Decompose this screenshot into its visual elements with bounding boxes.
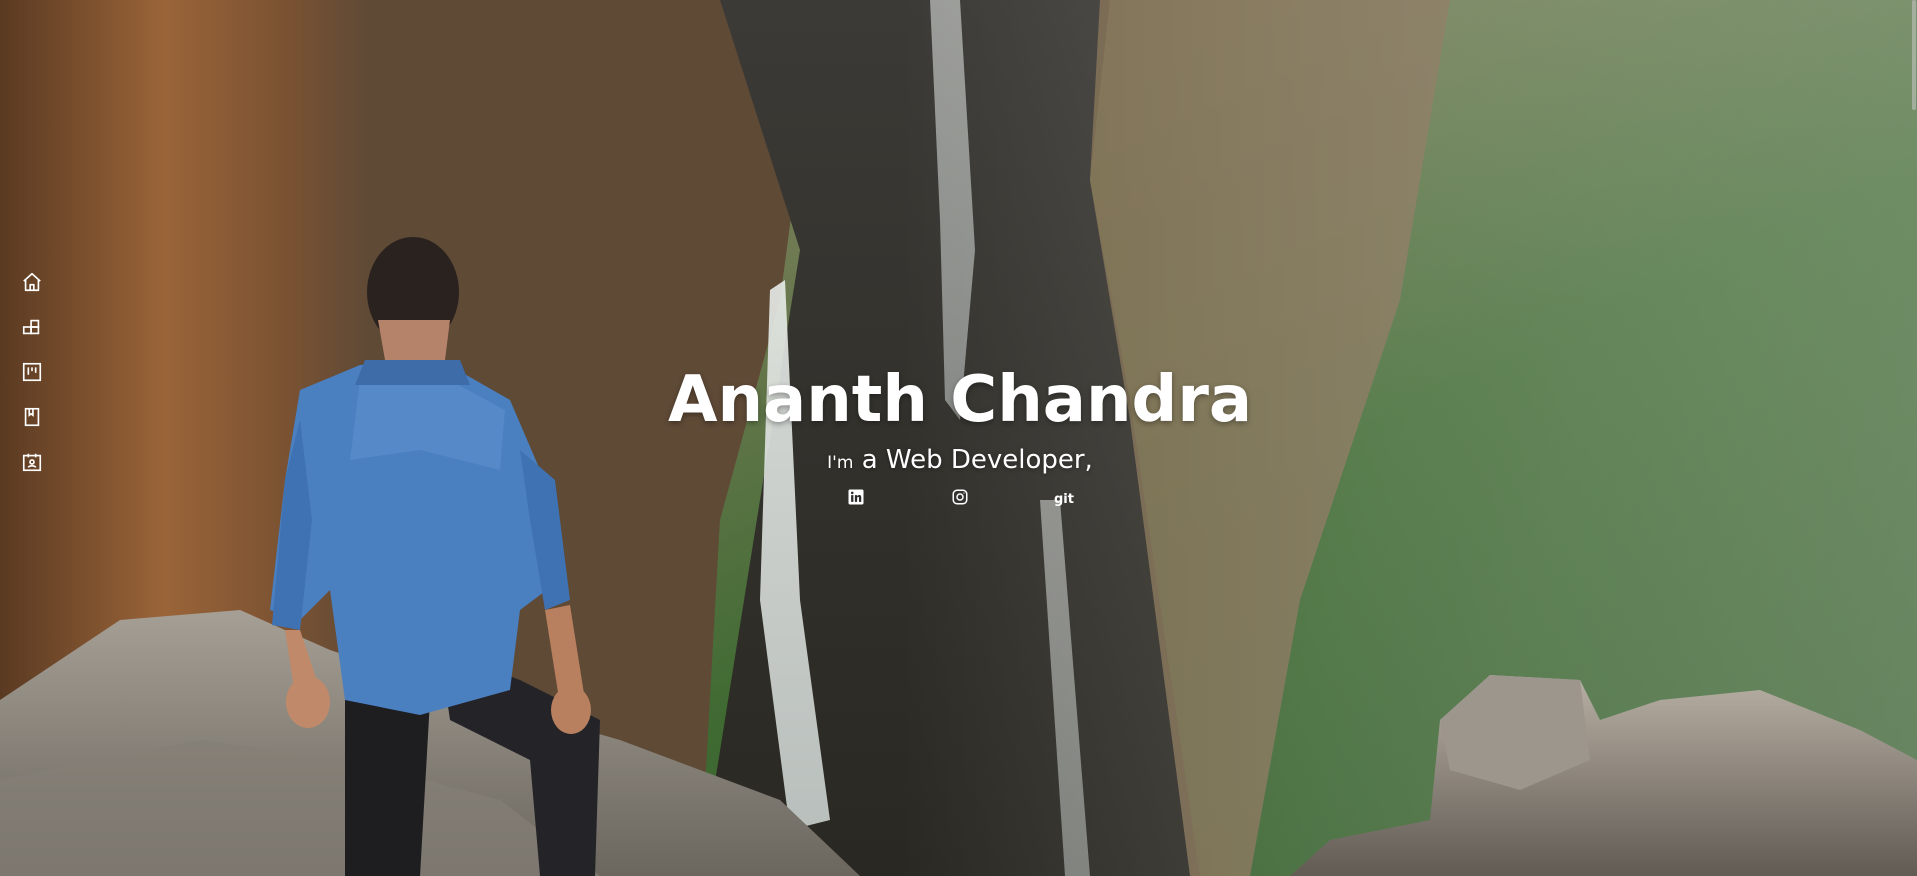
nav-projects[interactable] (12, 307, 52, 347)
nav-contact[interactable] (12, 442, 52, 482)
social-links: git (600, 485, 1320, 509)
board-icon (22, 362, 42, 382)
git-label: git (1054, 491, 1074, 507)
side-navigation (0, 262, 64, 487)
hero-name: Ananth Chandra (667, 363, 1253, 437)
nav-board[interactable] (12, 352, 52, 392)
calendar-user-icon (22, 453, 42, 472)
blocks-icon (22, 319, 40, 335)
linkedin-icon (848, 489, 864, 505)
git-link[interactable]: git (1052, 485, 1076, 509)
hero-section: Ananth Chandra I'm a Web Developer, git (0, 0, 1917, 876)
instagram-icon (952, 489, 968, 505)
scrollbar[interactable] (1909, 0, 1917, 876)
instagram-link[interactable] (948, 485, 972, 509)
tagline-prefix: I'm (827, 453, 854, 473)
nav-home[interactable] (12, 262, 52, 302)
home-icon (23, 272, 41, 292)
scrollbar-thumb[interactable] (1912, 0, 1916, 110)
linkedin-link[interactable] (844, 485, 868, 509)
nav-blog[interactable] (12, 397, 52, 437)
hero-content: Ananth Chandra I'm a Web Developer, git (600, 360, 1320, 509)
hero-tagline: I'm a Web Developer, (600, 444, 1320, 479)
tagline-role: a Web Developer, (861, 445, 1093, 475)
book-icon (24, 407, 40, 427)
